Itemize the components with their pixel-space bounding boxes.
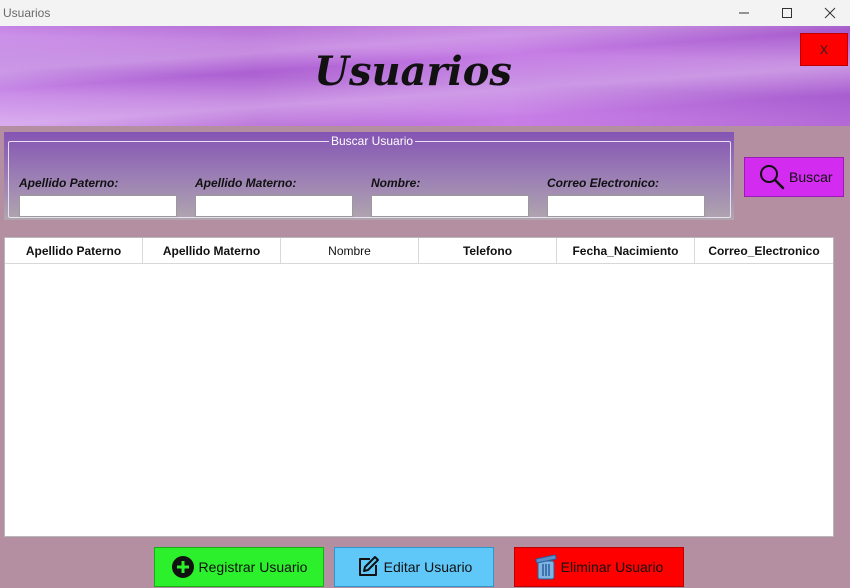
search-icon xyxy=(760,165,785,190)
usuarios-table[interactable]: Apellido Paterno Apellido Materno Nombre… xyxy=(4,237,834,537)
table-header: Apellido Paterno Apellido Materno Nombre… xyxy=(5,238,833,264)
col-fecha-nacimiento[interactable]: Fecha_Nacimiento xyxy=(557,238,695,264)
maximize-button[interactable] xyxy=(765,0,809,26)
apellido-materno-input[interactable] xyxy=(195,195,353,217)
registrar-usuario-label: Registrar Usuario xyxy=(198,559,308,575)
search-legend: Buscar Usuario xyxy=(331,134,414,148)
window-close-button[interactable] xyxy=(808,0,850,26)
close-icon xyxy=(824,7,836,19)
search-group: Buscar Usuario Apellido Paterno: Apellid… xyxy=(8,134,731,218)
col-nombre[interactable]: Nombre xyxy=(281,238,419,264)
editar-usuario-button[interactable]: Editar Usuario xyxy=(334,547,494,587)
registrar-usuario-button[interactable]: Registrar Usuario xyxy=(154,547,324,587)
apellido-paterno-label: Apellido Paterno: xyxy=(19,176,119,190)
edit-icon xyxy=(356,555,380,579)
plus-circle-icon xyxy=(171,555,195,579)
editar-usuario-label: Editar Usuario xyxy=(383,559,473,575)
correo-label: Correo Electronico: xyxy=(547,176,660,190)
page-title: Usuarios xyxy=(314,48,512,95)
col-apellido-paterno[interactable]: Apellido Paterno xyxy=(5,238,143,264)
nombre-label: Nombre: xyxy=(371,176,421,190)
search-panel: Buscar Usuario Apellido Paterno: Apellid… xyxy=(4,132,734,220)
col-apellido-materno[interactable]: Apellido Materno xyxy=(143,238,281,264)
minimize-icon xyxy=(739,12,749,14)
correo-input[interactable] xyxy=(547,195,705,217)
nombre-input[interactable] xyxy=(371,195,529,217)
trash-icon xyxy=(535,554,557,580)
window-titlebar: Usuarios xyxy=(0,0,850,26)
header-banner: Usuarios xyxy=(0,26,850,126)
eliminar-usuario-button[interactable]: Eliminar Usuario xyxy=(514,547,684,587)
buscar-label: Buscar xyxy=(789,169,833,185)
col-correo-electronico[interactable]: Correo_Electronico xyxy=(695,238,833,264)
window-title: Usuarios xyxy=(3,6,51,20)
eliminar-usuario-label: Eliminar Usuario xyxy=(560,559,664,575)
apellido-paterno-input[interactable] xyxy=(19,195,177,217)
col-telefono[interactable]: Telefono xyxy=(419,238,557,264)
buscar-button[interactable]: Buscar xyxy=(744,157,844,197)
maximize-icon xyxy=(782,8,792,18)
minimize-button[interactable] xyxy=(722,0,766,26)
apellido-materno-label: Apellido Materno: xyxy=(195,176,297,190)
close-form-button[interactable]: X xyxy=(800,33,848,66)
